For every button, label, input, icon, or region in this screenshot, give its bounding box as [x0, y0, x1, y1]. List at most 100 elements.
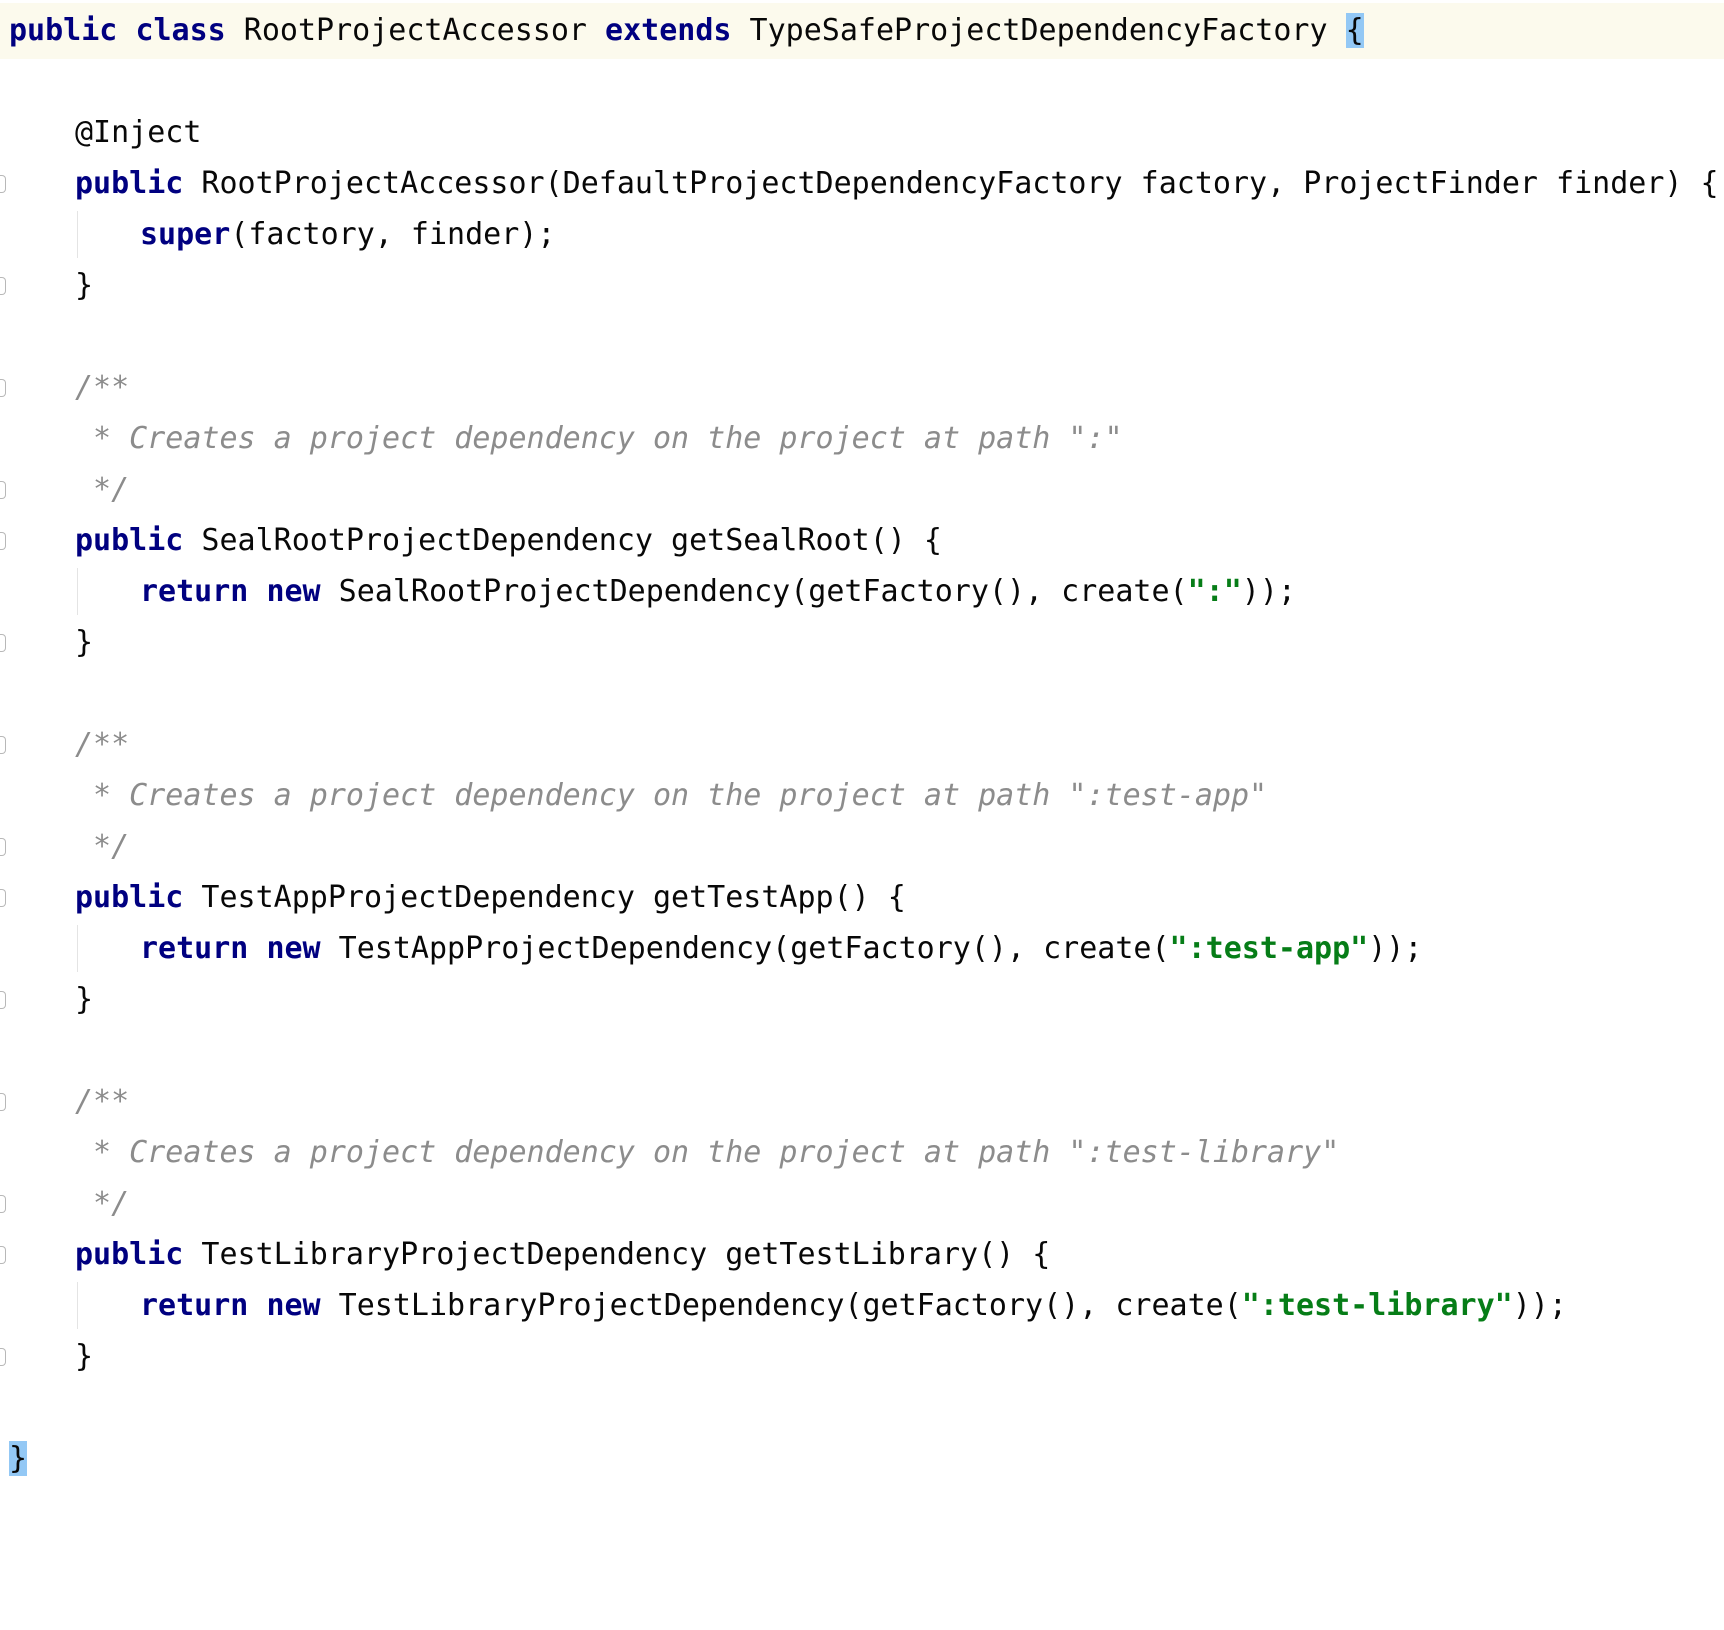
code-token: RootProjectAccessor(DefaultProjectDepend…: [183, 166, 1719, 201]
code-token: @Inject: [75, 115, 202, 150]
code-text: * Creates a project dependency on the pr…: [75, 411, 1123, 467]
code-line[interactable]: */: [0, 462, 1724, 518]
code-text: * Creates a project dependency on the pr…: [75, 768, 1267, 824]
string-literal: ":": [1187, 574, 1242, 609]
doc-comment: /**: [75, 1084, 130, 1119]
keyword: public: [75, 880, 184, 915]
code-token: }: [75, 1339, 94, 1374]
keyword: public: [75, 523, 184, 558]
code-line[interactable]: * Creates a project dependency on the pr…: [0, 1125, 1724, 1181]
code-line[interactable]: public SealRootProjectDependency getSeal…: [0, 513, 1724, 569]
code-line[interactable]: return new TestLibraryProjectDependency(…: [0, 1278, 1724, 1334]
code-token: RootProjectAccessor: [225, 13, 606, 48]
code-line[interactable]: * Creates a project dependency on the pr…: [0, 411, 1724, 467]
code-line[interactable]: }: [0, 972, 1724, 1028]
doc-comment: */: [75, 472, 130, 507]
code-text: @Inject: [75, 105, 201, 161]
code-text: public TestAppProjectDependency getTestA…: [75, 870, 906, 926]
keyword: super: [140, 217, 231, 252]
matched-brace: }: [9, 1441, 28, 1476]
code-token: (factory, finder);: [230, 217, 556, 252]
code-token: ));: [1241, 574, 1296, 609]
fold-marker-icon[interactable]: [0, 889, 6, 907]
code-editor[interactable]: public class RootProjectAccessor extends…: [0, 0, 1724, 1630]
code-line[interactable]: /**: [0, 717, 1724, 773]
keyword: new: [266, 1288, 321, 1323]
code-text: public TestLibraryProjectDependency getT…: [75, 1227, 1050, 1283]
code-text: */: [75, 1176, 129, 1232]
fold-marker-icon[interactable]: [0, 838, 6, 856]
indent-guide: [77, 568, 78, 615]
fold-marker-icon[interactable]: [0, 175, 6, 193]
code-text: }: [75, 615, 93, 671]
code-token: TestLibraryProjectDependency getTestLibr…: [183, 1237, 1051, 1272]
code-line[interactable]: return new TestAppProjectDependency(getF…: [0, 921, 1724, 977]
code-line[interactable]: * Creates a project dependency on the pr…: [0, 768, 1724, 824]
fold-marker-icon[interactable]: [0, 481, 6, 499]
keyword: extends: [605, 13, 732, 48]
code-token: TestAppProjectDependency(getFactory(), c…: [320, 931, 1170, 966]
keyword: return: [140, 574, 249, 609]
code-line[interactable]: [0, 1380, 1724, 1436]
code-line[interactable]: /**: [0, 1074, 1724, 1130]
code-line[interactable]: /**: [0, 360, 1724, 416]
code-line[interactable]: return new SealRootProjectDependency(get…: [0, 564, 1724, 620]
code-line[interactable]: }: [0, 1329, 1724, 1385]
code-token: TestLibraryProjectDependency(getFactory(…: [320, 1288, 1242, 1323]
code-line[interactable]: public class RootProjectAccessor extends…: [0, 3, 1724, 59]
code-line[interactable]: [0, 1023, 1724, 1079]
fold-marker-icon[interactable]: [0, 532, 6, 550]
doc-comment: /**: [75, 370, 130, 405]
code-text: public SealRootProjectDependency getSeal…: [75, 513, 942, 569]
fold-marker-icon[interactable]: [0, 1348, 6, 1366]
code-line[interactable]: super(factory, finder);: [0, 207, 1724, 263]
doc-comment: /**: [75, 727, 130, 762]
fold-marker-icon[interactable]: [0, 634, 6, 652]
code-token: SealRootProjectDependency(getFactory(), …: [320, 574, 1188, 609]
code-text: }: [75, 972, 93, 1028]
code-text: super(factory, finder);: [140, 207, 555, 263]
code-text: return new TestAppProjectDependency(getF…: [140, 921, 1422, 977]
code-line[interactable]: }: [0, 1431, 1724, 1487]
code-line[interactable]: }: [0, 258, 1724, 314]
code-text: /**: [75, 360, 129, 416]
keyword: class: [135, 13, 226, 48]
code-text: public RootProjectAccessor(DefaultProjec…: [75, 156, 1719, 212]
code-text: */: [75, 819, 129, 875]
doc-comment: * Creates a project dependency on the pr…: [75, 778, 1268, 813]
fold-marker-icon[interactable]: [0, 1195, 6, 1213]
fold-marker-icon[interactable]: [0, 1246, 6, 1264]
code-line[interactable]: [0, 54, 1724, 110]
code-line[interactable]: */: [0, 1176, 1724, 1232]
keyword: return: [140, 1288, 249, 1323]
doc-comment: * Creates a project dependency on the pr…: [75, 421, 1123, 456]
code-text: }: [9, 1431, 28, 1487]
code-line[interactable]: public TestAppProjectDependency getTestA…: [0, 870, 1724, 926]
code-token: TypeSafeProjectDependencyFactory: [731, 13, 1346, 48]
code-text: }: [75, 1329, 93, 1385]
code-line[interactable]: public TestLibraryProjectDependency getT…: [0, 1227, 1724, 1283]
keyword: public: [9, 13, 118, 48]
fold-marker-icon[interactable]: [0, 1093, 6, 1111]
indent-guide: [77, 211, 78, 258]
code-text: /**: [75, 717, 129, 773]
code-line[interactable]: [0, 666, 1724, 722]
code-line[interactable]: }: [0, 615, 1724, 671]
code-line[interactable]: @Inject: [0, 105, 1724, 161]
fold-marker-icon[interactable]: [0, 736, 6, 754]
fold-marker-icon[interactable]: [0, 379, 6, 397]
fold-marker-icon[interactable]: [0, 277, 6, 295]
code-token: }: [75, 625, 94, 660]
doc-comment: * Creates a project dependency on the pr…: [75, 1135, 1340, 1170]
code-line[interactable]: public RootProjectAccessor(DefaultProjec…: [0, 156, 1724, 212]
fold-marker-icon[interactable]: [0, 991, 6, 1009]
code-line[interactable]: [0, 309, 1724, 365]
indent-guide: [77, 1282, 78, 1329]
code-text: return new SealRootProjectDependency(get…: [140, 564, 1296, 620]
code-line[interactable]: */: [0, 819, 1724, 875]
keyword: public: [75, 1237, 184, 1272]
